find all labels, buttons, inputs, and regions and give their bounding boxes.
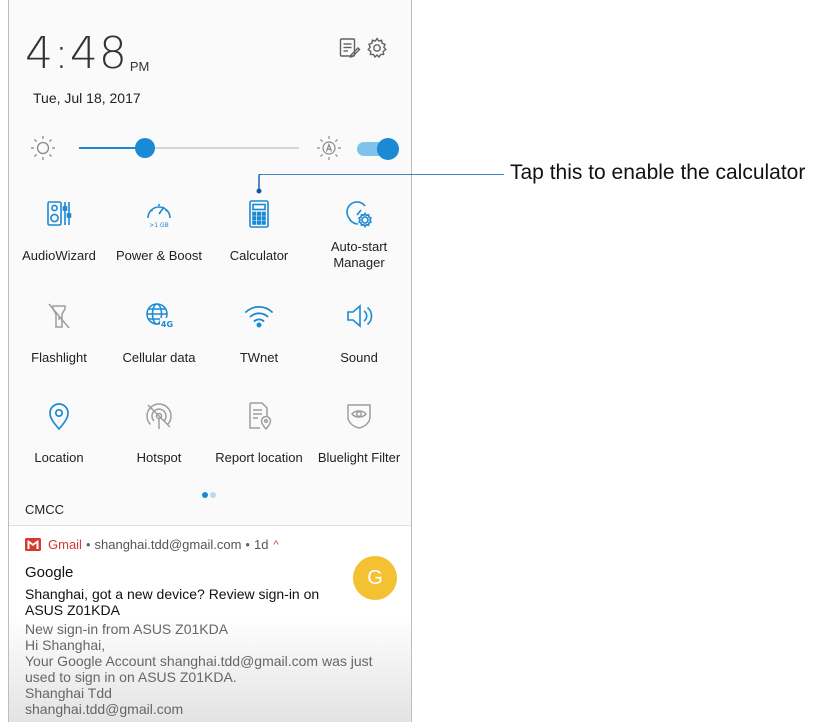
tile-label: Hotspot	[136, 450, 182, 465]
collapse-caret-icon[interactable]: ^	[273, 539, 278, 551]
clock-time: 4:48	[25, 28, 128, 79]
tile-location[interactable]: Location	[9, 400, 109, 466]
brightness-slider-thumb[interactable]	[135, 138, 155, 158]
quick-settings-screen: 4:48 PM Tue, Jul 18, 2017 AudioWizard >1…	[8, 0, 412, 722]
callout-text: Tap this to enable the calculator	[510, 161, 806, 184]
cellular-data-badge: 4G	[161, 320, 173, 329]
cellular-data-icon: 4G	[143, 300, 175, 332]
notification-app-name: Gmail	[48, 537, 82, 552]
clock: 4:48 PM	[25, 32, 149, 76]
body-line: New sign-in from ASUS Z01KDA	[25, 621, 229, 637]
tile-label: TWnet	[239, 350, 279, 365]
power-boost-icon: >1 GB	[143, 198, 175, 230]
tile-label: Bluelight Filter	[317, 450, 401, 465]
audiowizard-icon	[43, 198, 75, 230]
brightness-row	[9, 130, 411, 166]
brightness-slider[interactable]	[79, 138, 299, 158]
notification-subject: Shanghai, got a new device? Review sign-…	[25, 586, 320, 618]
tile-label: AudioWizard	[22, 248, 96, 263]
page-dot-active[interactable]	[202, 492, 208, 498]
tile-label: Sound	[340, 350, 378, 365]
quick-settings-panel: 4:48 PM Tue, Jul 18, 2017 AudioWizard >1…	[9, 0, 411, 525]
gmail-notification[interactable]: Gmail • shanghai.tdd@gmail.com • 1d ^ Go…	[9, 525, 411, 722]
tile-label: Power & Boost	[116, 248, 202, 263]
auto-start-icon	[343, 198, 375, 230]
toggle-knob	[377, 138, 399, 160]
brightness-sun-icon	[29, 134, 57, 162]
tile-sound[interactable]: Sound	[309, 300, 409, 366]
carrier-label: CMCC	[25, 502, 64, 517]
separator-dot: •	[85, 537, 91, 552]
calculator-icon	[243, 198, 275, 230]
wifi-icon	[243, 300, 275, 332]
tile-label-line1: Auto-start	[330, 239, 388, 254]
tile-label: Flashlight	[31, 350, 87, 365]
tile-auto-start-manager[interactable]: Auto-start Manager	[309, 198, 409, 271]
tile-audiowizard[interactable]: AudioWizard	[9, 198, 109, 264]
tile-hotspot[interactable]: Hotspot	[109, 400, 209, 466]
edit-list-icon[interactable]	[337, 36, 361, 60]
avatar: G	[353, 556, 397, 600]
tile-label: Calculator	[229, 248, 289, 263]
tile-bluelight-filter[interactable]: Bluelight Filter	[309, 400, 409, 466]
power-boost-badge: >1 GB	[149, 222, 169, 229]
body-line: Your Google Account shanghai.tdd@gmail.c…	[25, 653, 373, 669]
page-dot[interactable]	[210, 492, 216, 498]
date-label: Tue, Jul 18, 2017	[33, 90, 141, 106]
notification-time: 1d	[253, 537, 269, 552]
auto-brightness-icon	[315, 134, 343, 162]
notification-title: Google	[25, 564, 74, 581]
notification-header: Gmail • shanghai.tdd@gmail.com • 1d ^	[25, 537, 279, 552]
notification-body: New sign-in from ASUS Z01KDA Hi Shanghai…	[25, 621, 405, 717]
tile-label: Location	[34, 450, 84, 465]
notification-account: shanghai.tdd@gmail.com	[94, 537, 242, 552]
flashlight-icon	[43, 300, 75, 332]
tile-report-location[interactable]: Report location	[209, 400, 309, 466]
tile-calculator[interactable]: Calculator	[209, 198, 309, 264]
page-indicator	[201, 485, 217, 503]
callout-leader-line	[256, 174, 504, 194]
gmail-icon	[25, 538, 41, 551]
location-icon	[43, 400, 75, 432]
sound-icon	[343, 300, 375, 332]
body-line: Shanghai Tdd	[25, 685, 112, 701]
tile-twnet[interactable]: TWnet	[209, 300, 309, 366]
tile-label: Report location	[215, 450, 303, 465]
tile-flashlight[interactable]: Flashlight	[9, 300, 109, 366]
auto-brightness-toggle[interactable]	[357, 138, 399, 160]
body-line: used to sign in on ASUS Z01KDA.	[25, 669, 237, 685]
hotspot-icon	[143, 400, 175, 432]
bluelight-filter-icon	[343, 400, 375, 432]
tile-cellular-data[interactable]: 4G Cellular data	[109, 300, 209, 366]
tile-label: Cellular data	[122, 350, 196, 365]
body-line: shanghai.tdd@gmail.com	[25, 701, 184, 717]
body-line: Hi Shanghai,	[25, 637, 106, 653]
clock-ampm: PM	[129, 59, 150, 74]
gear-icon[interactable]	[365, 36, 389, 60]
report-location-icon	[243, 400, 275, 432]
tile-power-boost[interactable]: >1 GB Power & Boost	[109, 198, 209, 264]
separator-dot: •	[245, 537, 250, 552]
tile-label-line2: Manager	[333, 255, 385, 270]
